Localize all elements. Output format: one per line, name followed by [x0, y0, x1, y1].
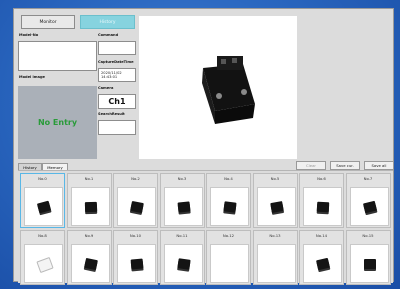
slot-thumbnail [256, 187, 296, 226]
save-all-button[interactable]: Save all [364, 161, 394, 170]
search-result-field [98, 120, 136, 135]
slot-label: No.5 [270, 176, 280, 181]
slot-thumbnail [303, 244, 342, 283]
slot-thumbnail [24, 244, 63, 283]
memory-slot[interactable]: No.9 [66, 230, 112, 285]
memory-slot[interactable]: No.13 [252, 230, 298, 285]
app-window: Monitor History Model-No Model image No … [13, 8, 394, 285]
model-image-label: Model image [19, 75, 45, 79]
connector-part-thumb [223, 201, 237, 213]
model-no-field[interactable] [18, 41, 97, 71]
memory-slot[interactable]: No.10 [113, 230, 158, 285]
slot-label: No.1 [84, 176, 94, 181]
camera-field: Ch1 [98, 94, 136, 109]
connector-part-thumb [84, 201, 97, 213]
save-current-button[interactable]: Save cur. [330, 161, 360, 170]
search-result-label: SearchResult [98, 112, 125, 116]
slot-thumbnail [349, 187, 389, 226]
slot-label: No.11 [176, 233, 188, 238]
connector-part-thumb [176, 258, 191, 270]
slot-label: No.9 [84, 233, 94, 238]
connector-part-thumb [36, 200, 52, 214]
command-field[interactable] [98, 41, 136, 55]
slot-thumbnail [24, 187, 63, 226]
slot-label: No.2 [131, 176, 140, 181]
monitor-tab-button[interactable]: Monitor [21, 15, 75, 29]
connector-part-thumb [269, 201, 284, 213]
memory-slot[interactable]: No.0 [20, 173, 65, 228]
connector-part-thumb [36, 256, 54, 274]
connector-part-image [202, 56, 255, 124]
memory-slot[interactable]: No.7 [345, 173, 391, 228]
slot-label: No.8 [38, 233, 47, 238]
memory-slot[interactable]: No.12 [206, 230, 251, 285]
memory-slot[interactable]: No.8 [20, 230, 65, 285]
slot-thumbnail [70, 244, 110, 283]
connector-part-thumb [316, 201, 330, 213]
slot-label: No.14 [315, 233, 328, 238]
command-label: Command [98, 33, 119, 37]
connector-part-thumb [83, 257, 98, 271]
slot-label: No.6 [317, 176, 326, 181]
slot-thumbnail [210, 187, 249, 226]
memory-slot[interactable]: No.5 [252, 173, 298, 228]
slot-thumbnail [256, 244, 296, 283]
camera-image-display [139, 16, 297, 159]
slot-thumbnail [210, 244, 249, 283]
clear-button[interactable]: Clear [296, 161, 326, 170]
model-no-label: Model-No [19, 33, 39, 37]
history-tab-button[interactable]: History [80, 15, 135, 29]
memory-slot[interactable]: No.3 [159, 173, 205, 228]
slot-label: No.4 [224, 176, 233, 181]
memory-slot[interactable]: No.6 [299, 173, 344, 228]
connector-part-thumb [130, 258, 144, 270]
connector-part-thumb [177, 201, 190, 213]
memory-slot[interactable]: No.4 [206, 173, 251, 228]
slot-thumbnail [117, 187, 156, 226]
memory-slot-grid: No.0 No.1 No.2 No.3 No.4 No.5 No.6 No.7 No.8 No.9… [18, 170, 393, 285]
model-image-panel: No Entry [18, 86, 97, 159]
slot-thumbnail [303, 187, 342, 226]
camera-label: Camera [98, 86, 114, 90]
slot-label: No.3 [177, 176, 187, 181]
slot-label: No.15 [362, 233, 374, 238]
slot-thumbnail [70, 187, 110, 226]
slot-thumbnail [163, 187, 203, 226]
desktop-background: Monitor History Model-No Model image No … [0, 0, 400, 289]
memory-slot[interactable]: No.14 [299, 230, 344, 285]
connector-part-thumb [130, 200, 144, 214]
connector-part-thumb [316, 257, 330, 271]
no-entry-text: No Entry [37, 118, 78, 127]
slot-thumbnail [349, 244, 389, 283]
slot-label: No.12 [222, 233, 235, 238]
capture-datetime-field: 2020/11/02 14:43:01 [98, 68, 136, 82]
connector-part-thumb [363, 259, 376, 269]
slot-label: No.13 [269, 233, 281, 238]
memory-slot[interactable]: No.11 [159, 230, 205, 285]
connector-part-thumb [362, 200, 377, 214]
memory-slot[interactable]: No.1 [66, 173, 112, 228]
slot-thumbnail [117, 244, 156, 283]
capture-datetime-label: CaptureDateTime [98, 60, 134, 64]
slot-label: No.0 [38, 176, 47, 181]
memory-slot[interactable]: No.15 [345, 230, 391, 285]
slot-thumbnail [163, 244, 203, 283]
slot-label: No.10 [129, 233, 142, 238]
slot-label: No.7 [363, 176, 373, 181]
memory-slot[interactable]: No.2 [113, 173, 158, 228]
